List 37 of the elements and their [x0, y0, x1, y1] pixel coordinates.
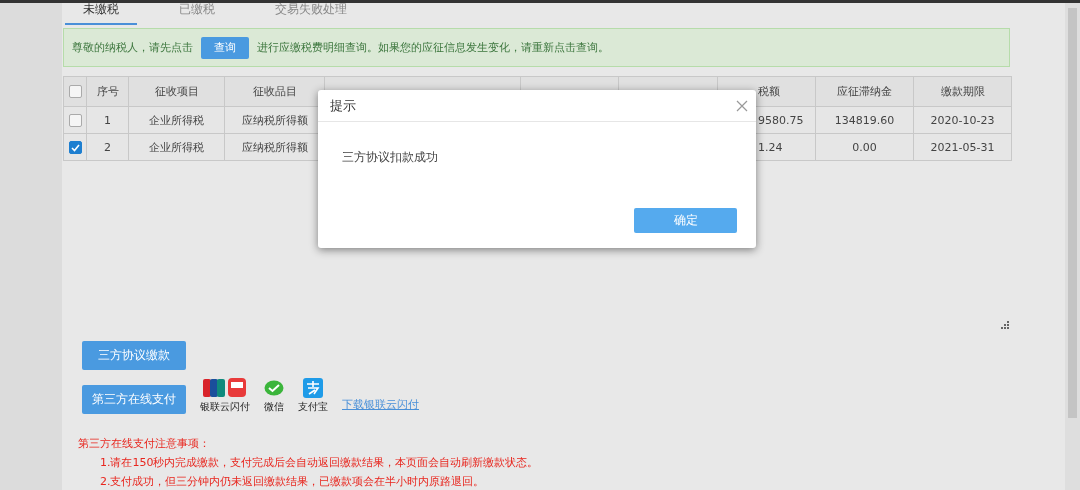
payment-label: 支付宝 [298, 400, 328, 414]
column-header: 序号 [86, 76, 129, 107]
column-header: 应征滞纳金 [815, 76, 914, 107]
resize-grip-icon[interactable] [1001, 321, 1010, 330]
download-link[interactable]: 下载银联云闪付 [342, 397, 419, 412]
scrollbar-thumb[interactable] [1068, 8, 1077, 418]
column-header: 征收品目 [224, 76, 325, 107]
table-cell: 企业所得税 [128, 133, 225, 161]
column-header: 缴款期限 [913, 76, 1012, 107]
close-icon[interactable] [736, 99, 748, 112]
table-cell: 134819.60 [815, 106, 914, 134]
query-button[interactable]: 查询 [201, 36, 249, 59]
notice-text: 进行应缴税费明细查询。如果您的应征信息发生变化，请重新点击查询。 [257, 40, 609, 55]
table-cell: 2020-10-23 [913, 106, 1012, 134]
payment-label: 银联云闪付 [200, 400, 250, 414]
payment-logo-icon[interactable] [203, 378, 247, 398]
note-text: 2.支付成功，但三分钟内仍未返回缴款结果，已缴款项会在半小时内原路退回。 [99, 474, 486, 489]
table-cell: 2021-05-31 [913, 133, 1012, 161]
checkbox[interactable] [68, 113, 82, 127]
dialog-message: 三方协议扣款成功 [342, 149, 439, 166]
dialog-title: 提示 [330, 96, 356, 115]
notes-title: 第三方在线支付注意事项： [78, 436, 211, 451]
notice-text: 尊敬的纳税人，请先点击 [72, 40, 193, 55]
table-cell: 0.00 [815, 133, 914, 161]
tab[interactable]: 交易失败处理 [257, 3, 365, 25]
tab[interactable]: 未缴税 [65, 3, 137, 25]
note-text: 1.请在150秒内完成缴款，支付完成后会自动返回缴款结果，本页面会自动刷新缴款状态。 [99, 455, 540, 470]
checkbox[interactable] [68, 140, 82, 154]
column-header: 征收项目 [128, 76, 225, 107]
agreement-pay-button[interactable]: 三方协议缴款 [82, 341, 186, 370]
table-cell: 企业所得税 [128, 106, 225, 134]
payment-label: 微信 [264, 400, 284, 414]
tab[interactable]: 已缴税 [161, 3, 233, 25]
online-pay-button[interactable]: 第三方在线支付 [82, 385, 186, 414]
ok-button[interactable]: 确定 [634, 208, 737, 233]
checkbox[interactable] [68, 85, 82, 99]
chat-bubble-icon[interactable] [264, 380, 284, 398]
